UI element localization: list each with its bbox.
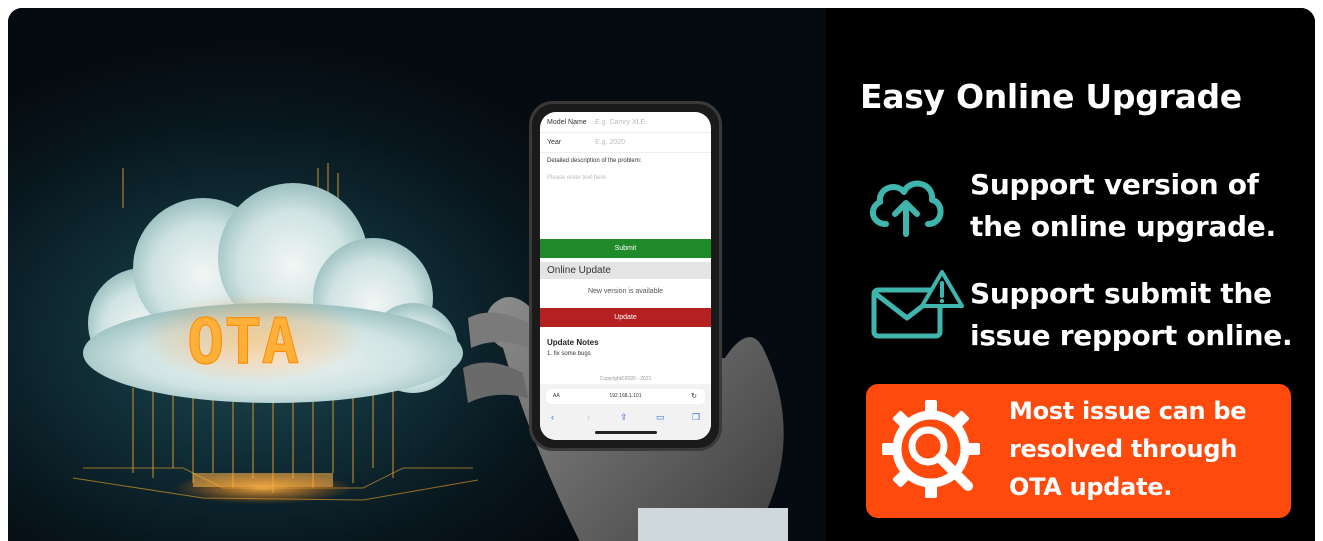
update-notes-title: Update Notes	[547, 338, 599, 347]
ota-cloud-illustration: OTA	[72, 163, 479, 504]
share-icon[interactable]: ⇪	[620, 412, 628, 423]
feature-online-upgrade: Support version of the online upgrade.	[970, 164, 1300, 248]
feature-line: Support version of	[970, 168, 1259, 201]
feature-issue-report: Support submit the issue repport online.	[970, 273, 1310, 357]
address-bar[interactable]: AA 192.168.1.101 ↻	[546, 389, 705, 404]
url-text: 192.168.1.101	[609, 393, 642, 399]
banner-title: Easy Online Upgrade	[860, 77, 1242, 116]
callout-line: resolved through	[1009, 435, 1238, 463]
callout-line: Most issue can be	[1009, 397, 1247, 425]
phone-screen: Model Name E.g. Camry XLE Year E.g. 2020…	[540, 112, 711, 440]
feature-line: issue repport online.	[970, 319, 1293, 352]
browser-nav: ‹ › ⇪ ▭ ❐	[540, 412, 711, 424]
bookmarks-icon[interactable]: ▭	[656, 412, 665, 423]
reload-icon[interactable]: ↻	[691, 392, 697, 400]
tabs-icon[interactable]: ❐	[692, 412, 700, 423]
model-name-label: Model Name	[547, 119, 587, 126]
mail-warning-icon	[871, 270, 964, 339]
callout-text: Most issue can be resolved through OTA u…	[1009, 392, 1299, 506]
description-placeholder: Please enter text here	[547, 175, 606, 181]
gear-search-icon	[882, 400, 980, 498]
cloud-upload-icon	[869, 180, 944, 237]
update-button[interactable]: Update	[540, 308, 711, 327]
description-label: Detailed description of the problem:	[547, 158, 642, 164]
feature-line: Support submit the	[970, 277, 1272, 310]
callout-line: OTA update.	[1009, 473, 1173, 501]
forward-icon[interactable]: ›	[587, 412, 590, 422]
feature-line: the online upgrade.	[970, 210, 1276, 243]
home-indicator	[595, 431, 657, 434]
browser-toolbar: AA 192.168.1.101 ↻ ‹ › ⇪ ▭ ❐	[540, 384, 711, 440]
phone-mockup: Model Name E.g. Camry XLE Year E.g. 2020…	[529, 101, 722, 451]
back-icon[interactable]: ‹	[551, 412, 554, 422]
ota-cloud-text: OTA	[187, 305, 299, 378]
submit-button[interactable]: Submit	[540, 239, 711, 258]
online-update-header: Online Update	[540, 262, 711, 279]
copyright-text: Copyright©2020 - 2021	[599, 376, 652, 382]
divider	[540, 132, 711, 133]
update-status-text: New version is available	[587, 288, 664, 295]
divider	[540, 152, 711, 153]
year-input[interactable]: E.g. 2020	[595, 139, 625, 146]
model-name-input[interactable]: E.g. Camry XLE	[595, 119, 645, 126]
year-label: Year	[547, 139, 562, 146]
update-notes-item: 1. fix some bugs	[547, 351, 591, 357]
ota-illustration: OTA Model Name E.g. Camry XLE Year E.g. …	[8, 8, 826, 541]
